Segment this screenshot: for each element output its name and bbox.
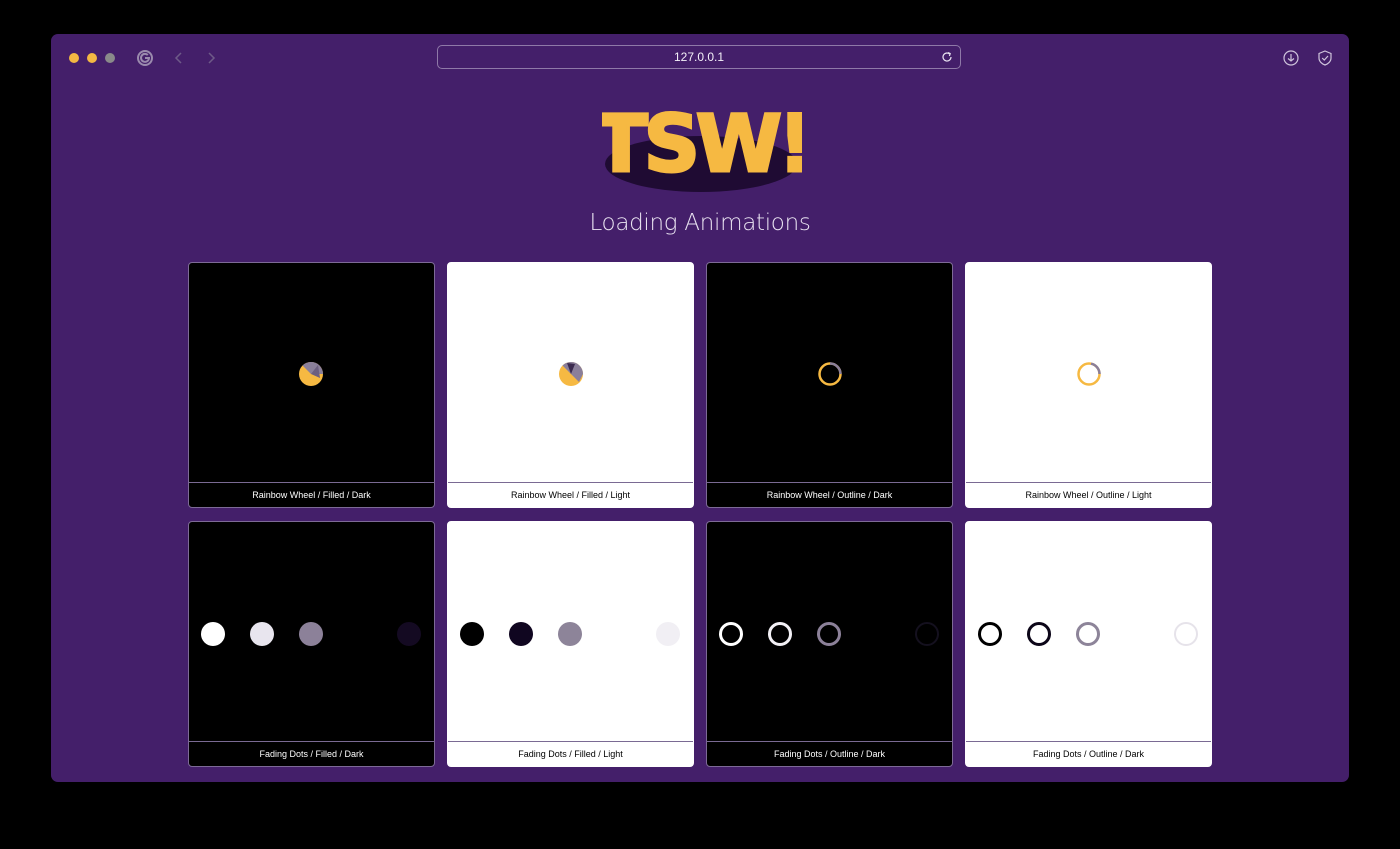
rainbow-wheel-outline-spinner — [1077, 362, 1101, 386]
svg-text:TSW!: TSW! — [602, 100, 802, 190]
card-fading-dots-filled-dark[interactable]: Fading Dots / Filled / Dark — [188, 521, 435, 767]
fading-dot — [201, 622, 225, 646]
card-label: Rainbow Wheel / Filled / Light — [448, 482, 693, 507]
address-bar[interactable]: 127.0.0.1 — [437, 45, 961, 69]
fading-dot — [768, 622, 792, 646]
animation-stage — [189, 522, 434, 742]
rainbow-wheel-filled-spinner — [559, 362, 583, 386]
rainbow-wheel-filled-spinner — [299, 362, 323, 386]
browser-toolbar: 127.0.0.1 — [51, 34, 1349, 82]
minimize-window-button[interactable] — [87, 53, 97, 63]
fading-dot — [719, 622, 743, 646]
card-rainbow-wheel-outline-dark[interactable]: Rainbow Wheel / Outline / Dark — [706, 262, 953, 508]
download-icon[interactable] — [1281, 48, 1301, 68]
card-label: Fading Dots / Outline / Dark — [707, 741, 952, 766]
animation-stage — [448, 522, 693, 742]
card-rainbow-wheel-outline-light[interactable]: Rainbow Wheel / Outline / Light — [965, 262, 1212, 508]
animation-stage — [966, 522, 1211, 742]
fading-dot — [1174, 622, 1198, 646]
fading-dot — [1027, 622, 1051, 646]
card-label: Fading Dots / Outline / Dark — [966, 741, 1211, 766]
fading-dot — [978, 622, 1002, 646]
card-label: Fading Dots / Filled / Dark — [189, 741, 434, 766]
animation-stage — [189, 263, 434, 483]
card-label: Rainbow Wheel / Outline / Dark — [707, 482, 952, 507]
shield-check-icon[interactable] — [1315, 48, 1335, 68]
close-window-button[interactable] — [69, 53, 79, 63]
card-label: Rainbow Wheel / Outline / Light — [966, 482, 1211, 507]
fading-dot — [250, 622, 274, 646]
card-label: Fading Dots / Filled / Light — [448, 741, 693, 766]
shield-g-icon[interactable] — [135, 48, 155, 68]
animation-stage — [448, 263, 693, 483]
rainbow-wheel-outline-spinner — [818, 362, 842, 386]
fading-dot — [915, 622, 939, 646]
reload-icon[interactable] — [940, 50, 954, 67]
card-rainbow-wheel-filled-dark[interactable]: Rainbow Wheel / Filled / Dark — [188, 262, 435, 508]
fading-dot — [509, 622, 533, 646]
card-label: Rainbow Wheel / Filled / Dark — [189, 482, 434, 507]
card-fading-dots-outline-light[interactable]: Fading Dots / Outline / Dark — [965, 521, 1212, 767]
fading-dot — [656, 622, 680, 646]
animation-stage — [966, 263, 1211, 483]
fading-dot — [1076, 622, 1100, 646]
fading-dot — [460, 622, 484, 646]
animation-stage — [707, 522, 952, 742]
tsw-logo: TSW! — [593, 98, 815, 198]
forward-arrow-icon[interactable] — [201, 48, 221, 68]
fading-dot — [558, 622, 582, 646]
browser-window: 127.0.0.1 TSW! Loading Animations Rainbo… — [51, 34, 1349, 782]
fading-dot — [817, 622, 841, 646]
card-fading-dots-filled-light[interactable]: Fading Dots / Filled / Light — [447, 521, 694, 767]
maximize-window-button[interactable] — [105, 53, 115, 63]
page-title: Loading Animations — [589, 210, 811, 236]
back-arrow-icon[interactable] — [169, 48, 189, 68]
fading-dot — [397, 622, 421, 646]
animation-stage — [707, 263, 952, 483]
card-rainbow-wheel-filled-light[interactable]: Rainbow Wheel / Filled / Light — [447, 262, 694, 508]
url-text: 127.0.0.1 — [673, 50, 725, 64]
fading-dot — [299, 622, 323, 646]
card-fading-dots-outline-dark[interactable]: Fading Dots / Outline / Dark — [706, 521, 953, 767]
